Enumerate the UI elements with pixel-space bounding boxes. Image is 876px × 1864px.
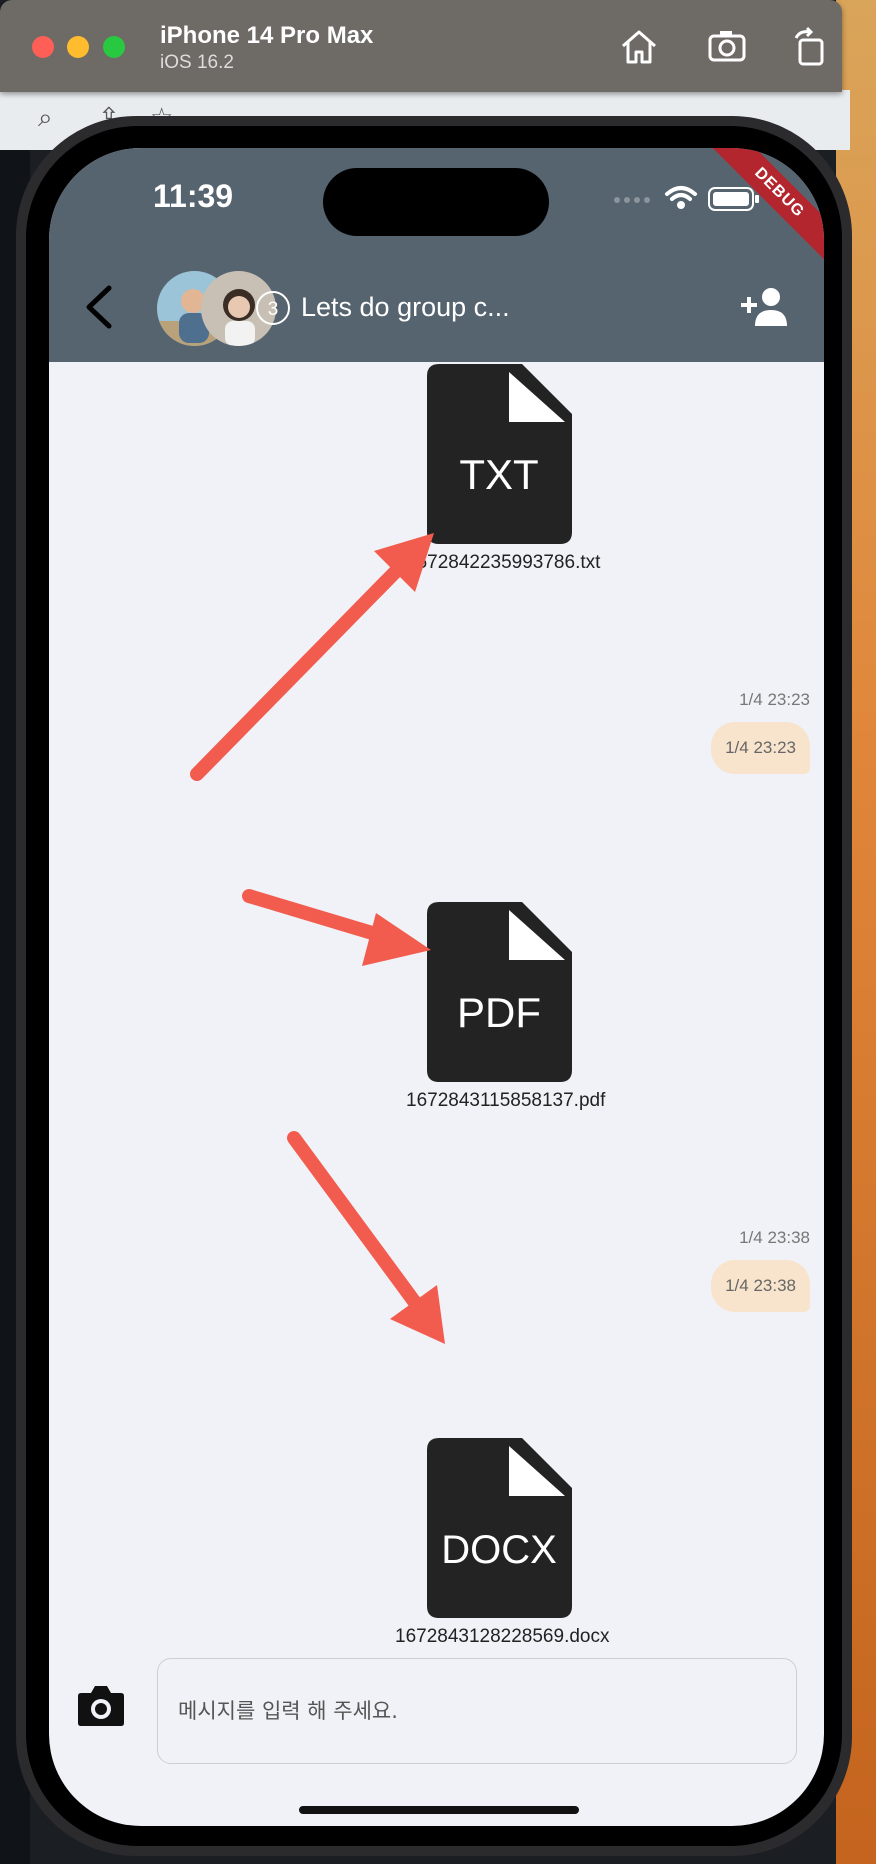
message-timestamp: 1/4 23:38 <box>739 1228 810 1247</box>
annotation-arrow <box>190 533 434 781</box>
annotation-arrow <box>287 1131 445 1344</box>
message-bubble[interactable]: 1/4 23:23 <box>711 722 810 774</box>
minimize-window-button[interactable] <box>67 36 89 58</box>
file-message-txt[interactable]: TXT 1672842235993786.txt <box>406 364 601 574</box>
home-icon[interactable] <box>618 26 660 68</box>
file-name: 1672842235993786.txt <box>406 552 601 573</box>
wifi-icon <box>665 186 697 209</box>
phone-screen: 11:39 DEBUG 3 Lets do group c... TXT 167… <box>49 148 824 1826</box>
file-message-docx[interactable]: DOCX 1672843128228569.docx <box>395 1438 610 1648</box>
message-timestamp: 1/4 23:23 <box>739 690 810 709</box>
camera-icon[interactable] <box>77 1683 125 1727</box>
simulator-os-version: iOS 16.2 <box>160 52 234 73</box>
dynamic-island <box>323 168 549 236</box>
simulator-title-bar: iPhone 14 Pro Max iOS 16.2 <box>0 0 842 92</box>
annotation-arrow <box>242 889 431 966</box>
add-user-icon[interactable] <box>739 284 791 330</box>
document-icon: PDF <box>426 902 572 1082</box>
chat-title[interactable]: Lets do group c... <box>301 292 510 323</box>
file-name: 1672843115858137.pdf <box>406 1090 606 1111</box>
battery-icon <box>708 187 759 211</box>
message-input-box[interactable] <box>157 1658 797 1764</box>
file-name: 1672843128228569.docx <box>395 1626 610 1647</box>
home-indicator[interactable] <box>299 1806 579 1814</box>
rotate-icon[interactable] <box>790 26 832 68</box>
status-time: 11:39 <box>153 178 234 214</box>
simulator-device-name: iPhone 14 Pro Max <box>160 22 374 49</box>
zoom-icon: ⌕ <box>38 102 53 132</box>
screenshot-icon[interactable] <box>706 26 748 68</box>
file-type-label: PDF <box>457 989 541 1036</box>
document-icon: TXT <box>426 364 572 544</box>
zoom-window-button[interactable] <box>103 36 125 58</box>
member-count-badge: 3 <box>256 291 290 325</box>
file-type-label: DOCX <box>441 1528 557 1572</box>
signal-icon <box>614 197 650 203</box>
document-icon: DOCX <box>426 1438 572 1618</box>
back-chevron-icon[interactable] <box>79 282 119 332</box>
file-type-label: TXT <box>459 451 538 498</box>
app-bar: 11:39 DEBUG 3 Lets do group c... <box>49 148 824 362</box>
file-message-pdf[interactable]: PDF 1672843115858137.pdf <box>406 902 606 1112</box>
message-input[interactable] <box>158 1659 796 1763</box>
close-window-button[interactable] <box>32 36 54 58</box>
message-bubble[interactable]: 1/4 23:38 <box>711 1260 810 1312</box>
